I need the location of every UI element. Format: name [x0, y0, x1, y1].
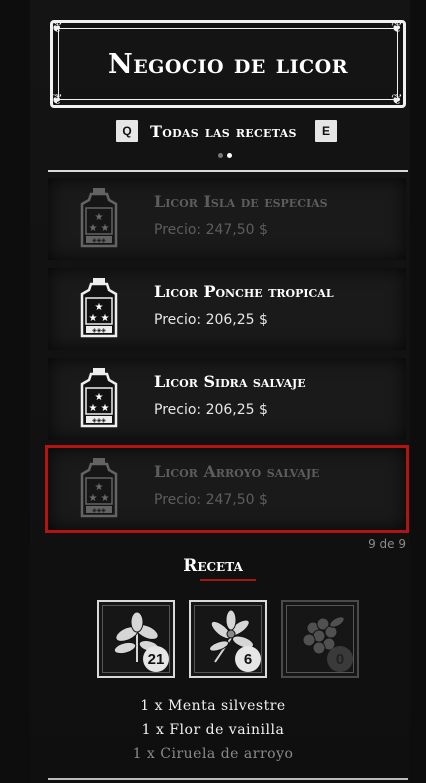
item-price: Precio: 247,50 $: [154, 222, 268, 238]
corner-ornament-icon: ❦: [391, 20, 403, 36]
ingredient-slot-vanilla[interactable]: 6: [189, 600, 267, 678]
ingredient-line: 1 x Menta silvestre: [140, 698, 286, 714]
svg-text:★: ★: [101, 493, 110, 504]
svg-text:★: ★: [89, 223, 98, 234]
svg-text:★: ★: [89, 493, 98, 504]
item-name: Licor Isla de especias: [154, 192, 328, 211]
svg-text:★: ★: [101, 403, 110, 414]
tab-all-recipes[interactable]: Todas las recetas: [150, 122, 297, 141]
svg-text:★: ★: [95, 482, 104, 493]
svg-text:◈◈◈: ◈◈◈: [92, 237, 106, 244]
svg-text:★: ★: [101, 223, 110, 234]
divider: [48, 778, 408, 780]
item-name: Licor Sidra salvaje: [154, 372, 306, 391]
page-dot: [218, 153, 223, 158]
ingredient-count-badge: 6: [235, 646, 261, 672]
svg-text:★: ★: [95, 302, 104, 313]
svg-text:★: ★: [95, 212, 104, 223]
corner-ornament-icon: ❦: [51, 92, 63, 108]
svg-text:★: ★: [101, 313, 110, 324]
corner-ornament-icon: ❦: [51, 20, 63, 36]
svg-text:◈◈◈: ◈◈◈: [92, 327, 106, 334]
recipe-list-item[interactable]: ★ ★ ★ ◈◈◈ Licor Ponche tropical Precio: 2…: [48, 268, 406, 350]
svg-text:★: ★: [89, 403, 98, 414]
recipe-list-item[interactable]: ★ ★ ★ ◈◈◈ Licor Arroyo salvaje Precio: 24…: [45, 445, 409, 533]
recipe-title: Receta: [183, 556, 243, 576]
ingredient-line: 1 x Ciruela de arroyo: [132, 746, 294, 762]
item-price: Precio: 206,25 $: [154, 312, 268, 328]
svg-text:◈◈◈: ◈◈◈: [92, 417, 106, 424]
ingredient-line: 1 x Flor de vainilla: [141, 722, 285, 738]
svg-text:★: ★: [95, 392, 104, 403]
category-tabbar: Q Todas las recetas E: [0, 118, 426, 146]
corner-ornament-icon: ❦: [391, 92, 403, 108]
svg-text:★: ★: [89, 313, 98, 324]
ingredient-count-badge: 21: [143, 646, 169, 672]
liquor-bottle-icon: ★ ★ ★ ◈◈◈: [80, 368, 118, 428]
ingredient-slot-plum[interactable]: 0: [281, 600, 359, 678]
svg-text:◈◈◈: ◈◈◈: [92, 507, 106, 514]
recipe-title-underline: [200, 579, 256, 581]
recipe-list-item[interactable]: ★ ★ ★ ◈◈◈ Licor Isla de especias Precio: …: [48, 178, 406, 260]
ingredient-slot-mint[interactable]: 21: [97, 600, 175, 678]
page-dot-active: [227, 153, 232, 158]
divider: [48, 170, 408, 172]
page-title: Negocio de licor: [108, 48, 348, 80]
next-tab-key[interactable]: E: [315, 120, 337, 142]
liquor-bottle-icon: ★ ★ ★ ◈◈◈: [80, 278, 118, 338]
page-indicator: [218, 153, 232, 158]
item-price: Precio: 206,25 $: [154, 402, 268, 418]
prev-tab-key[interactable]: Q: [116, 120, 138, 142]
item-name: Licor Arroyo salvaje: [154, 462, 320, 481]
title-banner: ❦ ❦ ❦ ❦ Negocio de licor: [50, 20, 406, 108]
recipe-list-item[interactable]: ★ ★ ★ ◈◈◈ Licor Sidra salvaje Precio: 206…: [48, 358, 406, 440]
item-name: Licor Ponche tropical: [154, 282, 334, 301]
ingredient-count-badge: 0: [327, 646, 353, 672]
liquor-bottle-icon: ★ ★ ★ ◈◈◈: [80, 458, 118, 518]
liquor-bottle-icon: ★ ★ ★ ◈◈◈: [80, 188, 118, 248]
item-price: Precio: 247,50 $: [154, 492, 268, 508]
item-counter: 9 de 9: [368, 537, 406, 551]
